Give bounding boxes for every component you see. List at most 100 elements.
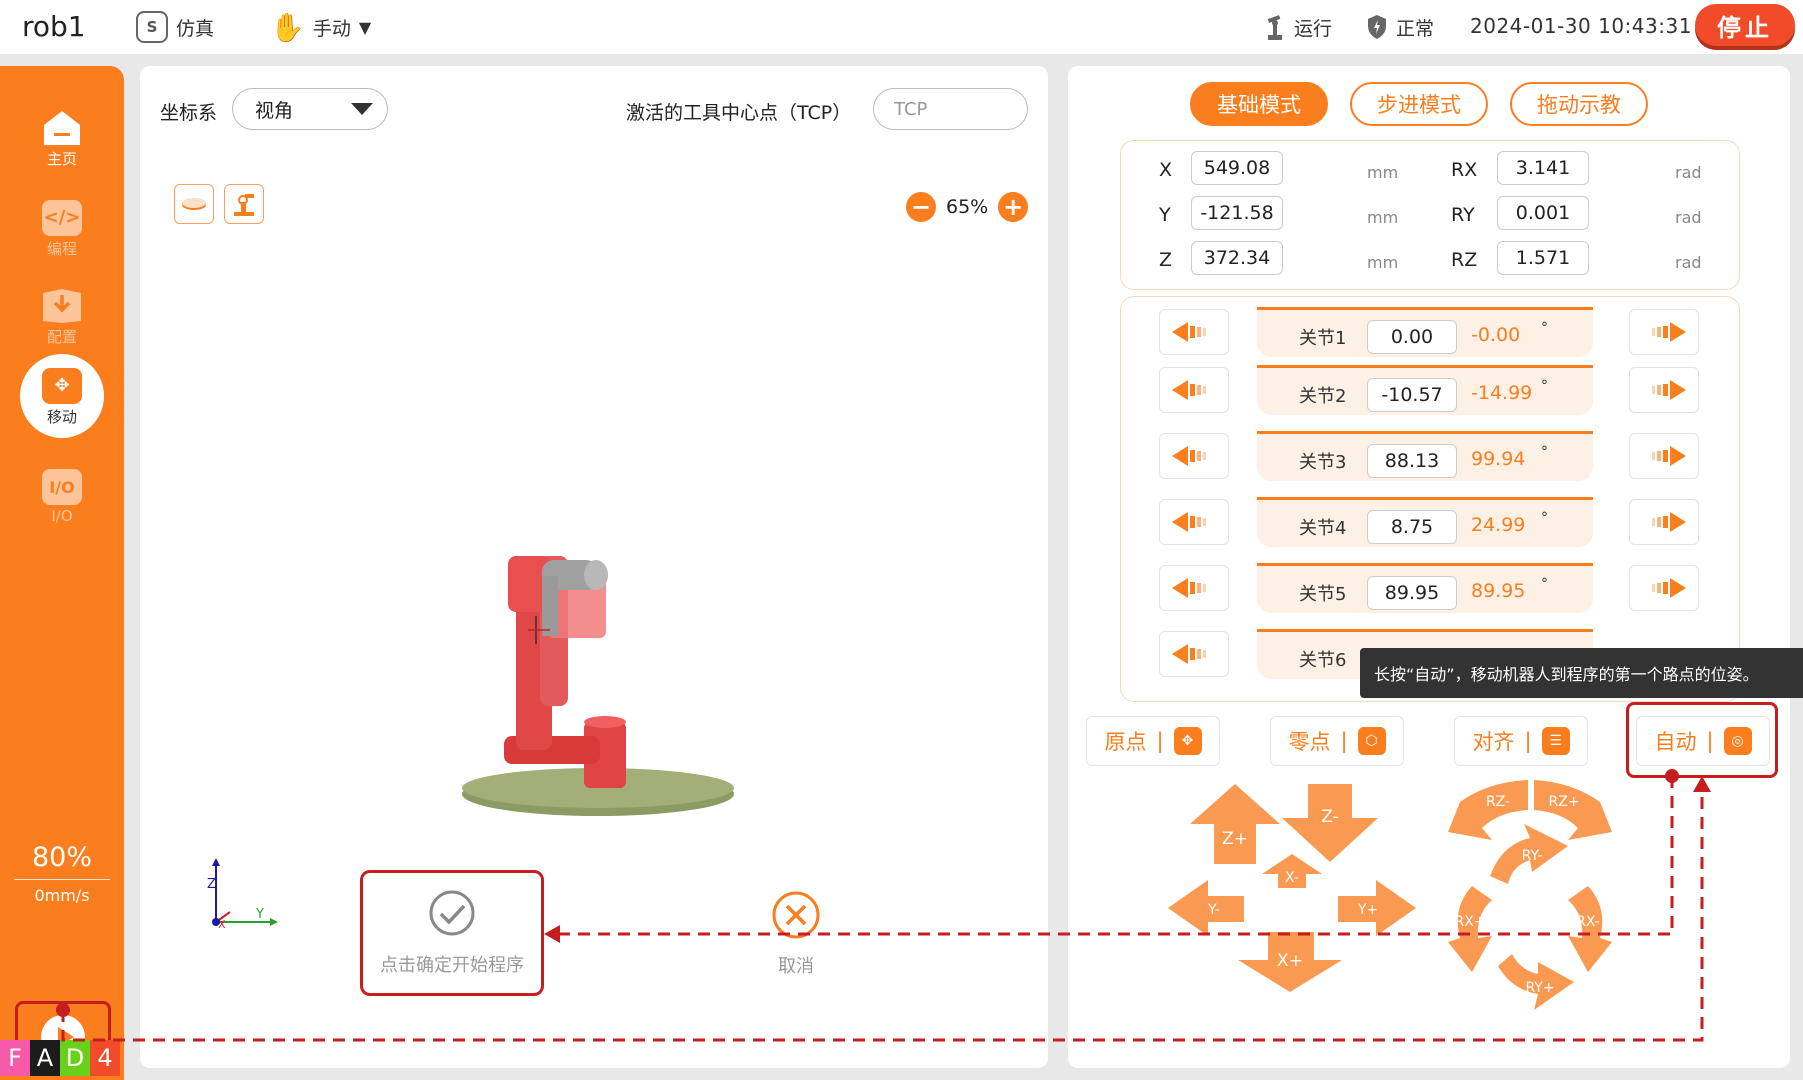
- axes-gizmo: Z Y X: [207, 858, 278, 931]
- zoom-in-button[interactable]: +: [998, 192, 1029, 222]
- joint-decrease-button[interactable]: [1159, 309, 1229, 355]
- sidebar-item-label: 移动: [46, 407, 77, 426]
- jog-label: Y+: [1357, 902, 1378, 918]
- zero-position-button[interactable]: 零点 | ⬡: [1270, 716, 1404, 766]
- view-floor-button[interactable]: [174, 184, 214, 224]
- joint-decrease-button[interactable]: [1159, 367, 1229, 413]
- joint-bar[interactable]: 关节5 89.95 89.95 °: [1257, 563, 1593, 613]
- chevron-down-icon: ▼: [358, 17, 372, 37]
- action-label: 零点: [1288, 730, 1331, 754]
- sidebar-item-move[interactable]: ✥ 移动: [20, 354, 104, 438]
- tcp-input[interactable]: TCP: [873, 88, 1028, 130]
- joint-bar[interactable]: 关节2 -10.57 -14.99 °: [1257, 365, 1593, 415]
- joint-bar[interactable]: 关节3 88.13 99.94 °: [1257, 431, 1593, 481]
- sidebar-item-io[interactable]: I/O I/O: [0, 454, 124, 538]
- arrow-right-icon: [1652, 380, 1686, 400]
- joint-unit: °: [1541, 378, 1548, 394]
- arrow-right-icon: [1652, 512, 1686, 532]
- coord-system-select[interactable]: 视角: [232, 88, 388, 130]
- align-icon: ☰: [1541, 727, 1570, 755]
- jog-label: X-: [1285, 870, 1299, 886]
- mode-drag-button[interactable]: 拖动示教: [1510, 82, 1648, 126]
- unit-label: rad: [1675, 208, 1702, 227]
- axis-label: RY: [1451, 204, 1475, 226]
- confirm-start-button[interactable]: 点击确定开始程序: [360, 870, 544, 996]
- robot-3d-view[interactable]: [450, 526, 750, 846]
- jog-rz-minus-button[interactable]: RZ-: [1448, 780, 1528, 840]
- action-label: 原点: [1104, 730, 1147, 754]
- jog-label: Z-: [1321, 807, 1338, 827]
- jog-label: RY-: [1522, 848, 1543, 864]
- speed-indicator[interactable]: 80% 0mm/s: [0, 842, 124, 905]
- jog-ry-plus-button[interactable]: RY+: [1498, 954, 1574, 1010]
- jog-x-plus-button[interactable]: X+: [1238, 932, 1342, 992]
- sidebar-item-home[interactable]: 主页: [0, 96, 124, 180]
- joint-decrease-button[interactable]: [1159, 433, 1229, 479]
- floor-icon: [182, 198, 206, 210]
- sidebar-item-programming[interactable]: </> 编程: [0, 186, 124, 270]
- stop-button[interactable]: 停止: [1695, 4, 1795, 46]
- joint-decrease-button[interactable]: [1159, 631, 1229, 677]
- zoom-out-button[interactable]: −: [906, 192, 936, 222]
- cartesian-pose-card: X 549.08 mm RX 3.141 rad Y -121.58 mm RY…: [1120, 140, 1740, 290]
- move-icon: ✥: [42, 367, 82, 404]
- simulation-toggle[interactable]: S 仿真: [136, 10, 214, 44]
- coord-x-value: 549.08: [1191, 151, 1283, 185]
- jog-z-minus-button[interactable]: Z-: [1282, 784, 1378, 862]
- joint-row: 关节3 88.13 99.94 °: [1159, 431, 1699, 483]
- joint-label: 关节4: [1299, 518, 1347, 539]
- status-label: 正常: [1396, 17, 1435, 40]
- sidebar-item-config[interactable]: 配置: [0, 274, 124, 358]
- jog-y-plus-button[interactable]: Y+: [1338, 880, 1416, 936]
- sidebar: 主页 </> 编程 配置 ✥ 移动 I/O I/O 80% 0mm/s: [0, 66, 124, 1080]
- action-separator: |: [1524, 729, 1532, 753]
- run-label: 运行: [1294, 17, 1333, 40]
- datetime: 2024-01-30 10:43:31: [1470, 14, 1692, 38]
- joint-row: 关节4 8.75 24.99 °: [1159, 497, 1699, 549]
- joint-decrease-button[interactable]: [1159, 565, 1229, 611]
- action-separator: |: [1156, 729, 1164, 753]
- align-button[interactable]: 对齐 | ☰: [1454, 716, 1588, 766]
- joint-bar[interactable]: 关节1 0.00 -0.00 °: [1257, 307, 1593, 357]
- chevron-down-icon: [351, 103, 373, 115]
- joint-target: 99.94: [1471, 448, 1526, 470]
- action-label: 对齐: [1472, 730, 1515, 754]
- jog-rx-plus-button[interactable]: RX+: [1448, 886, 1492, 972]
- jog-rx-minus-button[interactable]: RX-: [1568, 886, 1612, 972]
- code-icon: </>: [42, 199, 82, 236]
- jog-rz-plus-button[interactable]: RZ+: [1534, 780, 1612, 840]
- joint-bar[interactable]: 关节4 8.75 24.99 °: [1257, 497, 1593, 547]
- joint-label: 关节5: [1299, 584, 1347, 605]
- joint-increase-button[interactable]: [1629, 565, 1699, 611]
- joint-increase-button[interactable]: [1629, 367, 1699, 413]
- robot-icon: [234, 194, 254, 216]
- jog-z-plus-button[interactable]: Z+: [1190, 784, 1302, 864]
- jog-y-minus-button[interactable]: Y-: [1168, 880, 1244, 936]
- arrow-left-icon: [1172, 446, 1206, 466]
- arrow-left-icon: [1172, 380, 1206, 400]
- home-position-button[interactable]: 原点 | ✥: [1086, 716, 1220, 766]
- joint-increase-button[interactable]: [1629, 499, 1699, 545]
- joint-increase-button[interactable]: [1629, 433, 1699, 479]
- jog-controls: Z+ Z- X- Y- Y+ X+ RZ- RZ+ RY- RX+ RX- RY…: [1168, 780, 1612, 1010]
- jog-ry-minus-button[interactable]: RY-: [1490, 824, 1568, 884]
- cancel-button[interactable]: 取消: [736, 890, 856, 978]
- manual-mode-dropdown[interactable]: ✋ 手动 ▼: [270, 10, 371, 44]
- joint-unit: °: [1541, 444, 1548, 460]
- mode-basic-button[interactable]: 基础模式: [1190, 82, 1328, 126]
- mode-step-button[interactable]: 步进模式: [1350, 82, 1488, 126]
- jog-label: Y-: [1207, 902, 1220, 918]
- joint-row: 关节1 0.00 -0.00 °: [1159, 307, 1699, 359]
- unit-label: mm: [1367, 208, 1399, 227]
- sidebar-item-label: 主页: [46, 149, 77, 168]
- jog-label: Z+: [1222, 829, 1248, 849]
- jog-label: RY+: [1525, 980, 1554, 996]
- jog-x-minus-button[interactable]: X-: [1262, 854, 1322, 888]
- zoom-value: 65%: [946, 196, 989, 218]
- cancel-label: 取消: [778, 956, 814, 977]
- view-robot-button[interactable]: [224, 184, 264, 224]
- joint-decrease-button[interactable]: [1159, 499, 1229, 545]
- joint-increase-button[interactable]: [1629, 309, 1699, 355]
- axis-label: Z: [1159, 249, 1173, 271]
- arrow-left-icon: [1172, 644, 1206, 664]
